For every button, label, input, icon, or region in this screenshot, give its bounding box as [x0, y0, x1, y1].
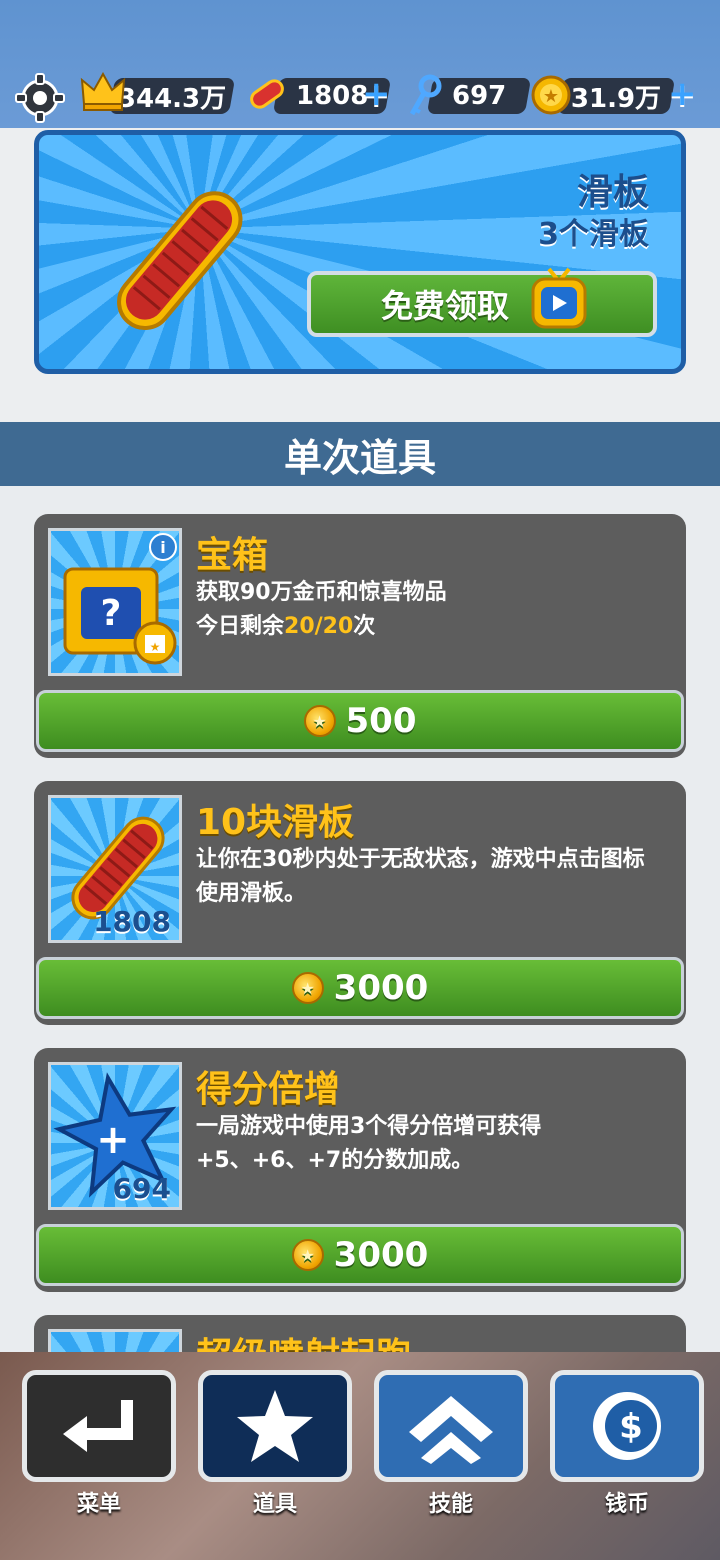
price-label: 500: [345, 701, 417, 741]
svg-text:★: ★: [543, 86, 559, 107]
hoverboard-icon: [250, 79, 284, 109]
dollar-coin-icon: $: [593, 1392, 661, 1460]
coin-icon: ★: [291, 1239, 324, 1271]
star-icon: [237, 1390, 313, 1462]
svg-text:+: +: [96, 1117, 130, 1163]
coin-count: 31.9万: [570, 83, 662, 114]
item-description: 让你在30秒内处于无敌状态，游戏中点击图标使用滑板。: [196, 847, 645, 906]
section-title: 单次道具: [283, 435, 436, 480]
nav-skills-button[interactable]: [374, 1370, 528, 1482]
free-claim-button[interactable]: 免费领取: [307, 267, 657, 337]
crown-icon: [80, 72, 126, 111]
nav-menu-button[interactable]: [22, 1370, 176, 1482]
add-hoverboards-plus-icon[interactable]: +: [362, 74, 391, 114]
mystery-box-thumbnail: ? ★ i: [48, 528, 182, 676]
item-description-line: 获取90万金币和惊喜物品: [196, 580, 447, 605]
section-header: 单次道具: [0, 422, 720, 486]
return-arrow-icon: [63, 1400, 133, 1452]
item-card-score-booster: + 694 得分倍增 一局游戏中使用3个得分倍增可获得+5、+6、+7的分数加成…: [34, 1048, 686, 1292]
coin-icon: ★: [531, 75, 571, 115]
svg-text:★: ★: [150, 640, 161, 654]
item-title: 得分倍增: [196, 1069, 341, 1110]
svg-text:$: $: [619, 1407, 643, 1447]
buy-score-booster-button[interactable]: ★ 3000: [36, 1224, 684, 1286]
remaining-count: 20/20: [284, 614, 354, 639]
info-icon[interactable]: i: [149, 533, 177, 561]
score-display: 344.3万: [108, 78, 236, 114]
item-title: 10块滑板: [196, 802, 355, 843]
free-claim-label: 免费领取: [381, 287, 510, 325]
free-hoverboard-panel: 滑板 3个滑板 免费领取: [34, 130, 686, 374]
item-description: 获取90万金币和惊喜物品 今日剩余20/20次: [196, 576, 666, 644]
score-value: 344.3万: [117, 83, 227, 114]
owned-count: 694: [112, 1172, 171, 1205]
coin-count-display: 31.9万: [556, 78, 676, 114]
top-stats-bar: 344.3万 1808 + 697 ★ 31.9万 +: [0, 0, 720, 128]
daily-remaining-line: 今日剩余20/20次: [196, 610, 666, 644]
remaining-prefix: 今日剩余: [196, 614, 285, 639]
nav-skills-label: 技能: [428, 1492, 473, 1517]
buy-mystery-box-button[interactable]: ★ 500: [36, 690, 684, 752]
nav-coins-button[interactable]: $: [550, 1370, 704, 1482]
bottom-navigation: 菜单 道具 技能 $ 钱币: [0, 1352, 720, 1560]
item-card-hoverboards: 1808 10块滑板 让你在30秒内处于无敌状态，游戏中点击图标使用滑板。 ★ …: [34, 781, 686, 1025]
hoverboard-image: [117, 191, 243, 331]
add-coins-plus-icon[interactable]: +: [668, 74, 697, 114]
owned-count: 1808: [93, 905, 171, 938]
coin-icon: ★: [303, 705, 336, 737]
price-label: 3000: [333, 968, 429, 1008]
svg-text:?: ?: [101, 593, 122, 634]
item-description: 一局游戏中使用3个得分倍增可获得+5、+6、+7的分数加成。: [196, 1114, 542, 1173]
buy-hoverboards-button[interactable]: ★ 3000: [36, 957, 684, 1019]
video-ad-icon: [531, 267, 587, 329]
nav-menu-label: 菜单: [76, 1492, 121, 1517]
nav-items-button[interactable]: [198, 1370, 352, 1482]
double-chevron-up-icon: [409, 1396, 493, 1464]
remaining-suffix: 次: [353, 614, 376, 639]
nav-coins-label: 钱币: [604, 1492, 649, 1517]
hoverboard-thumbnail: 1808: [48, 795, 182, 943]
hero-subtitle: 3个滑板: [538, 217, 649, 252]
score-booster-thumbnail: + 694: [48, 1062, 182, 1210]
hoverboard-count: 1808: [295, 81, 369, 111]
coin-icon: ★: [291, 972, 324, 1004]
key-icon: [409, 74, 442, 116]
gear-icon[interactable]: [14, 72, 66, 124]
key-count: 697: [451, 81, 507, 111]
item-title: 宝箱: [196, 535, 269, 576]
price-label: 3000: [333, 1235, 429, 1275]
item-card-mystery-box: ? ★ i 宝箱 获取90万金币和惊喜物品 今日剩余20/20次 ★ 500: [34, 514, 686, 758]
nav-items-label: 道具: [252, 1492, 297, 1517]
hero-title: 滑板: [576, 172, 649, 213]
